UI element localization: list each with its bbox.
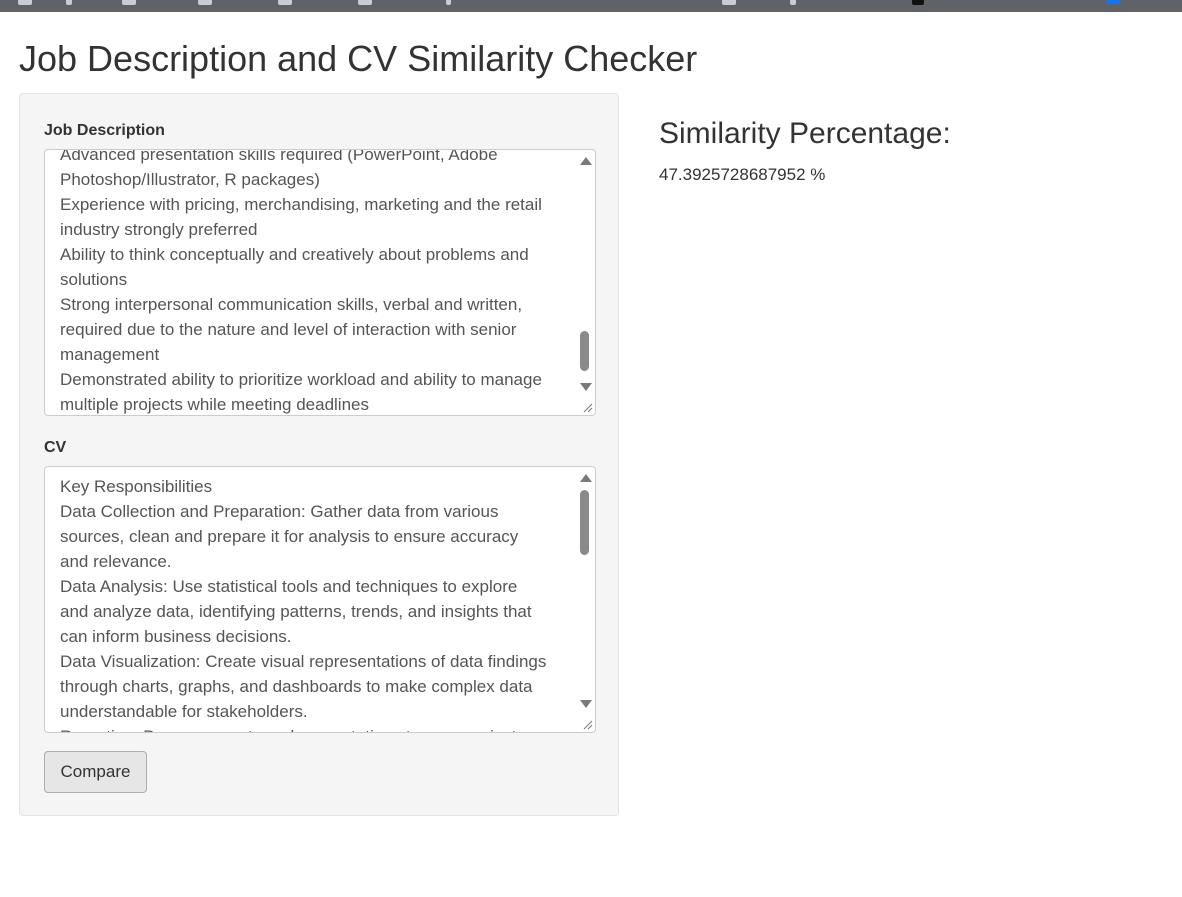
scroll-up-arrow-icon[interactable] bbox=[580, 157, 592, 165]
resize-handle-icon[interactable] bbox=[578, 398, 594, 414]
job-description-line: Advanced presentation skills required (P… bbox=[60, 149, 498, 164]
job-description-scrollbar[interactable] bbox=[577, 151, 594, 414]
cv-line: and relevance. bbox=[60, 552, 172, 571]
similarity-value: 47.3925728687952 % bbox=[659, 165, 826, 184]
scroll-up-arrow-icon[interactable] bbox=[580, 474, 592, 482]
compare-button[interactable]: Compare bbox=[44, 751, 147, 793]
cv-line: sources, clean and prepare it for analys… bbox=[60, 527, 519, 546]
job-description-textarea[interactable]: Advanced presentation skills required (P… bbox=[44, 149, 596, 416]
cv-line: and analyze data, identifying patterns, … bbox=[60, 602, 532, 621]
similarity-heading: Similarity Percentage: bbox=[659, 117, 951, 150]
job-description-line: Ability to think conceptually and creati… bbox=[60, 245, 529, 264]
job-description-line: Experience with pricing, merchandising, … bbox=[60, 195, 542, 214]
job-description-line: multiple projects while meeting deadline… bbox=[60, 395, 369, 414]
cv-line: can inform business decisions. bbox=[60, 627, 292, 646]
job-description-line: Strong interpersonal communication skill… bbox=[60, 295, 523, 314]
cv-line: Data Analysis: Use statistical tools and… bbox=[60, 577, 518, 596]
cv-line: Reporting: Prepare reports and presentat… bbox=[60, 724, 559, 732]
page-title: Job Description and CV Similarity Checke… bbox=[19, 38, 698, 79]
cv-line: understandable for stakeholders. bbox=[60, 702, 308, 721]
job-description-line: Demonstrated ability to prioritize workl… bbox=[60, 370, 542, 389]
cv-line: through charts, graphs, and dashboards t… bbox=[60, 677, 533, 696]
cv-scrollbar[interactable] bbox=[577, 468, 594, 731]
browser-top-bar bbox=[0, 0, 1182, 12]
job-description-label: Job Description bbox=[44, 122, 165, 139]
job-description-line: Photoshop/Illustrator, R packages) bbox=[60, 170, 320, 189]
cv-label: CV bbox=[44, 439, 67, 456]
cv-textarea[interactable]: Key Responsibilities Data Collection and… bbox=[44, 466, 596, 733]
input-panel: Job Description Advanced presentation sk… bbox=[19, 93, 619, 816]
job-description-line: required due to the nature and level of … bbox=[60, 320, 517, 339]
cv-line: Data Visualization: Create visual repres… bbox=[60, 652, 547, 671]
scroll-thumb[interactable] bbox=[580, 490, 589, 555]
scroll-thumb[interactable] bbox=[580, 331, 589, 371]
job-description-line: management bbox=[60, 345, 160, 364]
resize-handle-icon[interactable] bbox=[578, 715, 594, 731]
scroll-down-arrow-icon[interactable] bbox=[580, 700, 592, 708]
cv-text: Key Responsibilities Data Collection and… bbox=[60, 474, 559, 732]
scroll-down-arrow-icon[interactable] bbox=[580, 383, 592, 391]
job-description-line: solutions bbox=[60, 270, 128, 289]
cv-line: Data Collection and Preparation: Gather … bbox=[60, 502, 499, 521]
job-description-text: Advanced presentation skills required (P… bbox=[60, 149, 559, 415]
job-description-line: industry strongly preferred bbox=[60, 220, 258, 239]
cv-line: Key Responsibilities bbox=[60, 477, 213, 496]
